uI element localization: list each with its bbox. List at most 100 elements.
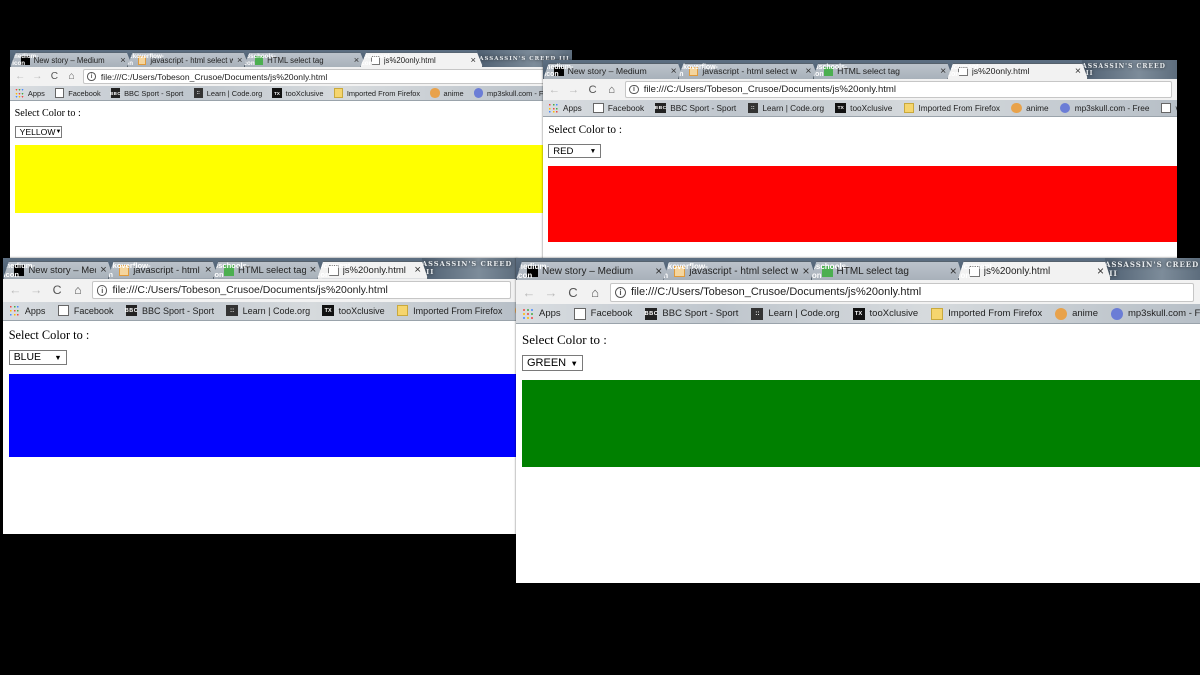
bookmark-item[interactable]: TX tooXclusive — [835, 102, 892, 114]
back-arrow-icon[interactable]: ← — [522, 285, 536, 300]
reload-icon[interactable]: C — [566, 285, 580, 300]
page-content: Select Color to : YELLOW ▼ — [10, 101, 572, 260]
bookmark-item[interactable]: Imported From Firefox — [333, 88, 420, 98]
bookmark-item[interactable]: anime — [1011, 102, 1049, 114]
close-tab-icon[interactable]: × — [1075, 66, 1081, 77]
color-select[interactable]: RED ▼ — [548, 144, 602, 159]
browser-tab[interactable]: w3schools-icon HTML select tag × — [811, 261, 964, 280]
address-bar[interactable]: i file:///C:/Users/Tobeson_Crusoe/Documen… — [83, 69, 568, 84]
bookmark-item[interactable]: TX tooXclusive — [272, 88, 323, 98]
back-arrow-icon[interactable]: ← — [548, 84, 560, 96]
folder-icon — [931, 307, 944, 320]
forward-arrow-icon[interactable]: → — [32, 71, 43, 82]
home-icon[interactable]: ⌂ — [606, 84, 618, 96]
bookmark-item[interactable]: Facebook — [593, 102, 644, 114]
reload-icon[interactable]: C — [49, 71, 60, 82]
bookmark-item[interactable]: Apps — [522, 307, 561, 320]
bookmark-item[interactable]: :: Learn | Code.org — [226, 304, 310, 317]
bookmark-item[interactable]: Imported From Firefox — [397, 304, 502, 317]
close-tab-icon[interactable]: × — [671, 66, 677, 77]
info-icon[interactable]: i — [87, 72, 96, 81]
dropdown-arrow-icon: ▼ — [55, 128, 62, 135]
bookmark-item[interactable]: Apps — [548, 102, 582, 114]
browser-tab[interactable]: w3schools-icon HTML select tag × — [244, 52, 367, 67]
browser-tab[interactable]: document-icon js%20only.html × — [958, 261, 1111, 280]
bookmark-item[interactable]: Facebook — [54, 88, 101, 98]
color-select[interactable]: BLUE ▼ — [8, 350, 67, 366]
bookmark-item[interactable]: :: Learn | Code.org — [193, 88, 262, 98]
bookmark-item[interactable]: BBC BBC Sport - Sport — [110, 88, 183, 98]
bookmark-item[interactable]: Imported From Firefox — [903, 102, 1000, 114]
bookmark-item[interactable]: mp3skull.com - Free — [1059, 102, 1149, 114]
bookmark-label: BBC Sport - Sport — [662, 308, 739, 319]
close-tab-icon[interactable]: × — [414, 264, 421, 276]
info-icon[interactable]: i — [97, 285, 108, 296]
browser-tab[interactable]: stackoverflow-iconjavascript - html sele… — [127, 52, 250, 67]
color-box — [8, 373, 517, 457]
browser-tab[interactable]: w3schools-icon HTML select tag × — [813, 63, 954, 79]
bookmark-item[interactable]: Facebook — [57, 304, 113, 317]
close-tab-icon[interactable]: × — [310, 264, 317, 276]
close-tab-icon[interactable]: × — [205, 264, 212, 276]
back-arrow-icon[interactable]: ← — [9, 283, 22, 297]
bookmark-item[interactable]: TX tooXclusive — [322, 304, 385, 317]
document-icon: document-icon — [953, 262, 995, 280]
close-tab-icon[interactable]: × — [354, 55, 359, 65]
w3schools-icon: w3schools-icon — [241, 53, 276, 68]
home-icon[interactable]: ⌂ — [71, 283, 84, 297]
close-tab-icon[interactable]: × — [805, 66, 811, 77]
forward-arrow-icon[interactable]: → — [567, 84, 579, 96]
close-tab-icon[interactable]: × — [1097, 264, 1104, 278]
close-tab-icon[interactable]: × — [120, 55, 125, 65]
close-tab-icon[interactable]: × — [237, 55, 242, 65]
browser-tab[interactable]: medium-iconNew story – Medium × — [10, 52, 133, 67]
reload-icon[interactable]: C — [586, 84, 598, 96]
browser-tab[interactable]: medium-iconNew story – Medium × — [543, 63, 684, 79]
info-icon[interactable]: i — [629, 84, 639, 95]
color-box — [548, 166, 1177, 242]
bookmark-item[interactable]: Imported From Firefox — [931, 307, 1042, 320]
home-icon[interactable]: ⌂ — [66, 71, 77, 82]
close-tab-icon[interactable]: × — [802, 264, 809, 278]
home-icon[interactable]: ⌂ — [588, 285, 602, 300]
bookmark-item[interactable]: BBC BBC Sport - Sport — [644, 307, 739, 320]
browser-tab[interactable]: document-icon js%20only.html × — [947, 63, 1088, 79]
color-select[interactable]: GREEN ▼ — [522, 355, 583, 371]
bookmark-item[interactable]: BBC BBC Sport - Sport — [125, 304, 214, 317]
close-tab-icon[interactable]: × — [100, 264, 107, 276]
address-bar[interactable]: i file:///C:/Users/Tobeson_Crusoe/Documen… — [92, 281, 512, 300]
browser-tab[interactable]: document-icon js%20only.html × — [360, 52, 483, 67]
bookmark-item[interactable]: anime — [1055, 307, 1098, 320]
browser-tab[interactable]: document-icon js%20only.html × — [317, 261, 428, 279]
address-bar[interactable]: i file:///C:/Users/Tobeson_Crusoe/Documen… — [610, 282, 1194, 302]
bookmark-item[interactable]: Apps — [14, 88, 45, 98]
browser-tab[interactable]: stackoverflow-iconjavascript - html sele… — [108, 261, 219, 279]
browser-tab[interactable]: medium-iconNew story – Medium × — [3, 261, 114, 279]
browser-tab[interactable]: w3schools-icon HTML select tag × — [213, 261, 324, 279]
close-tab-icon[interactable]: × — [940, 66, 946, 77]
close-tab-icon[interactable]: × — [950, 264, 957, 278]
bookmark-item[interactable]: BBC BBC Sport - Sport — [655, 102, 736, 114]
bookmark-item[interactable]: Facebook — [573, 307, 632, 320]
reload-icon[interactable]: C — [50, 283, 63, 297]
bookmark-item[interactable]: anime — [430, 88, 464, 98]
anime-icon — [1011, 102, 1022, 114]
back-arrow-icon[interactable]: ← — [15, 71, 26, 82]
address-bar[interactable]: i file:///C:/Users/Tobeson_Crusoe/Documen… — [624, 81, 1172, 98]
browser-tab[interactable]: stackoverflow-iconjavascript - html sele… — [678, 63, 819, 79]
forward-arrow-icon[interactable]: → — [544, 285, 558, 300]
forward-arrow-icon[interactable]: → — [30, 283, 43, 297]
bookmark-item[interactable]: Apps — [8, 304, 45, 317]
browser-tab[interactable]: medium-iconNew story – Medium × — [516, 261, 669, 280]
bookmark-item[interactable]: :: Learn | Code.org — [747, 102, 824, 114]
bookmark-item[interactable]: mp3skull.com - Free — [1110, 307, 1200, 320]
browser-tab[interactable]: stackoverflow-iconjavascript - html sele… — [663, 261, 816, 280]
close-tab-icon[interactable]: × — [471, 55, 476, 65]
bookmark-label: vidz — [1176, 104, 1177, 113]
bookmark-item[interactable]: TX tooXclusive — [852, 307, 918, 320]
bookmark-item[interactable]: :: Learn | Code.org — [751, 307, 840, 320]
close-tab-icon[interactable]: × — [655, 264, 662, 278]
bookmark-item[interactable]: vidz — [1160, 102, 1177, 114]
info-icon[interactable]: i — [615, 286, 626, 298]
color-select[interactable]: YELLOW ▼ — [14, 125, 63, 139]
